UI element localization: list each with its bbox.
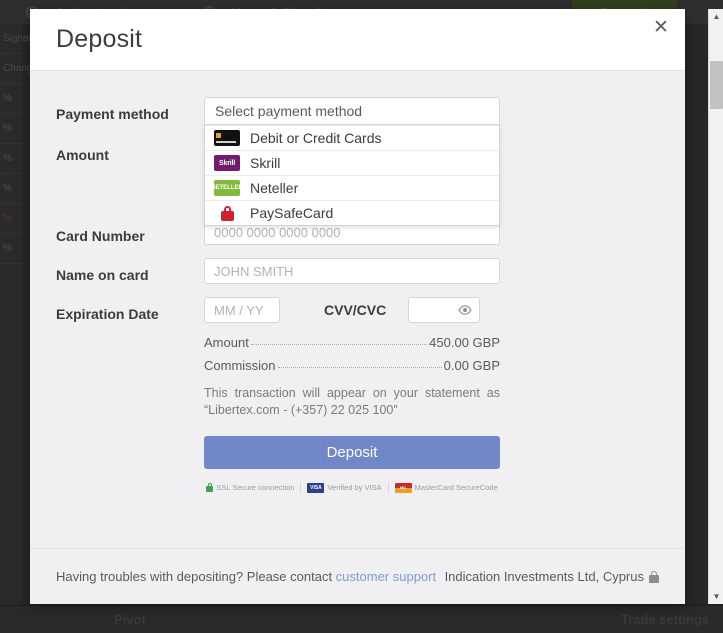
neteller-icon: NETELLER <box>214 180 240 196</box>
close-icon[interactable]: ✕ <box>650 18 672 40</box>
statement-note: This transaction will appear on your sta… <box>204 386 500 417</box>
payment-method-select[interactable]: Select payment method <box>204 97 500 125</box>
summary-value: 450.00 GBP <box>429 335 500 350</box>
summary-row-commission: Commission 0.00 GBP <box>204 358 500 373</box>
background-sidebar-row: % <box>0 114 22 144</box>
modal-header: Deposit <box>30 9 685 71</box>
dropdown-option-neteller[interactable]: NETELLER Neteller <box>205 175 499 200</box>
footer-company: Indication Investments Ltd, Cyprus <box>445 569 659 584</box>
footer-help-prefix: Having troubles with depositing? Please … <box>56 569 336 584</box>
deposit-modal: Deposit Payment method Select payment me… <box>30 9 685 604</box>
dropdown-option-label: Neteller <box>250 180 299 196</box>
paysafecard-lock-icon <box>214 205 240 221</box>
dotted-leader <box>250 344 428 345</box>
dotted-leader <box>277 367 442 368</box>
badge-divider <box>300 482 302 493</box>
name-on-card-row: Name on card <box>56 258 659 284</box>
gray-lock-icon <box>649 570 659 583</box>
eye-icon[interactable] <box>458 305 472 315</box>
credit-card-icon <box>214 130 240 146</box>
expiration-date-input[interactable]: MM / YY <box>204 297 280 323</box>
background-sidebar-row: Change <box>0 54 38 84</box>
scroll-up-arrow[interactable]: ▲ <box>709 9 723 24</box>
cvv-input[interactable] <box>408 297 481 323</box>
name-on-card-label: Name on card <box>56 267 149 283</box>
summary-block: Amount 450.00 GBP Commission 0.00 GBP <box>204 335 500 373</box>
expiration-cvv-row: Expiration Date MM / YY CVV/CVC <box>56 297 659 323</box>
badge-verified-by-visa: VISA Verified by VISA <box>307 482 382 493</box>
badge-label: MasterCard SecureCode <box>414 483 498 492</box>
badge-mastercard-securecode: MC MasterCard SecureCode <box>394 482 498 493</box>
background-bottom-bar: Pivot Trade settings <box>0 605 723 633</box>
mastercard-icon: MC <box>394 482 412 493</box>
summary-value: 0.00 GBP <box>443 358 500 373</box>
background-sidebar-row: % <box>0 144 22 174</box>
expiration-date-placeholder: MM / YY <box>214 302 264 318</box>
name-on-card-field <box>204 258 659 284</box>
summary-label: Commission <box>204 358 276 373</box>
dropdown-option-label: Skrill <box>250 155 281 171</box>
green-lock-icon <box>206 483 214 492</box>
dropdown-option-debit-or-credit-cards[interactable]: Debit or Credit Cards <box>205 125 499 150</box>
security-badges: SSL Secure connection VISA Verified by V… <box>204 482 500 493</box>
badge-ssl-secure-connection: SSL Secure connection <box>206 483 294 492</box>
expiration-date-label: Expiration Date <box>56 306 159 322</box>
background-sidebar-row: % <box>0 234 22 264</box>
background-bottom-item-trade-settings[interactable]: Trade settings <box>607 612 723 627</box>
badge-divider <box>387 482 389 493</box>
background-sidebar-row: % <box>0 204 22 234</box>
dropdown-option-paysafecard[interactable]: PaySafeCard <box>205 200 499 225</box>
background-sidebar-row: Signals <box>0 24 36 54</box>
background-bottom-item-pivot[interactable]: Pivot <box>100 612 160 627</box>
modal-footer: Having troubles with depositing? Please … <box>30 548 685 604</box>
dropdown-option-label: Debit or Credit Cards <box>250 130 382 146</box>
payment-method-row: Payment method Select payment method Deb… <box>56 97 659 226</box>
background-sidebar: Signals Change % % % % % % <box>0 24 38 633</box>
badge-label: Verified by VISA <box>327 483 382 492</box>
dropdown-option-skrill[interactable]: Skrill Skrill <box>205 150 499 175</box>
dropdown-option-label: PaySafeCard <box>250 205 334 221</box>
customer-support-link[interactable]: customer support <box>336 569 436 584</box>
card-number-label: Card Number <box>56 228 145 244</box>
deposit-submit-button[interactable]: Deposit <box>204 436 500 469</box>
scroll-down-arrow[interactable]: ▼ <box>709 589 723 604</box>
scrollbar-thumb[interactable] <box>710 61 723 109</box>
page-title: Deposit <box>56 25 143 53</box>
skrill-icon: Skrill <box>214 155 240 171</box>
payment-method-dropdown: Debit or Credit Cards Skrill Skrill NETE… <box>204 125 500 226</box>
footer-help-text: Having troubles with depositing? Please … <box>56 569 436 584</box>
background-sidebar-row: % <box>0 174 22 204</box>
visa-icon: VISA <box>307 482 325 493</box>
modal-body: Payment method Select payment method Deb… <box>30 71 685 548</box>
modal-scrollbar[interactable]: ▲ ▼ <box>708 9 723 604</box>
expiration-cvv-field: MM / YY CVV/CVC <box>204 297 659 323</box>
payment-method-field: Select payment method Debit or Credit Ca… <box>204 97 659 226</box>
footer-company-label: Indication Investments Ltd, Cyprus <box>444 569 644 584</box>
payment-method-selected-value: Select payment method <box>215 103 363 119</box>
badge-label: SSL Secure connection <box>216 483 295 492</box>
summary-row-amount: Amount 450.00 GBP <box>204 335 500 350</box>
amount-label: Amount <box>56 147 109 163</box>
name-on-card-input[interactable] <box>204 258 500 284</box>
background-sidebar-row: % <box>0 84 22 114</box>
payment-method-label: Payment method <box>56 106 169 122</box>
summary-label: Amount <box>204 335 249 350</box>
cvv-label: CVV/CVC <box>324 302 387 318</box>
